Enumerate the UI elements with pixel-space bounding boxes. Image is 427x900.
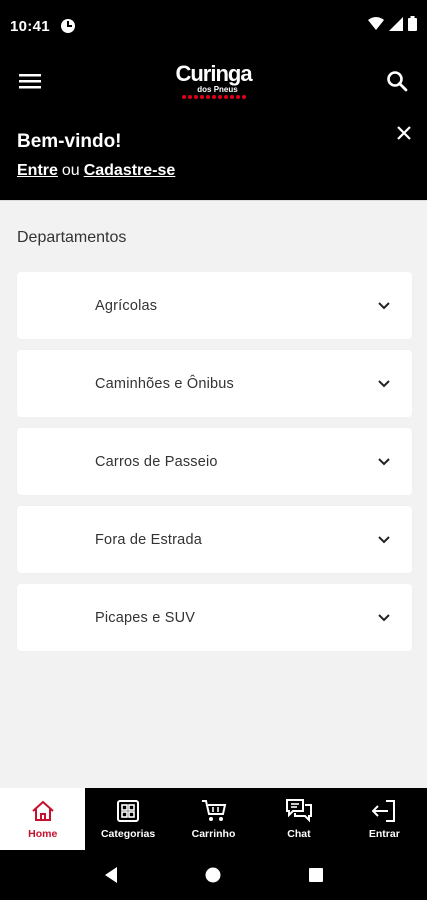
back-triangle-icon xyxy=(105,867,118,883)
chevron-down-icon xyxy=(376,298,392,314)
back-button[interactable] xyxy=(97,861,125,889)
wifi-icon xyxy=(368,16,384,36)
recents-button[interactable] xyxy=(302,861,330,889)
close-welcome-button[interactable] xyxy=(393,122,415,144)
search-icon xyxy=(387,71,408,92)
register-link[interactable]: Cadastre-se xyxy=(84,162,176,179)
home-icon xyxy=(30,798,56,824)
battery-icon xyxy=(408,16,417,36)
divider xyxy=(0,200,427,201)
search-button[interactable] xyxy=(383,67,411,95)
departments-list: Agrícolas Caminhões e Ônibus Carros de P… xyxy=(17,272,412,662)
chevron-down-icon xyxy=(376,532,392,548)
welcome-title: Bem-vindo! xyxy=(17,131,122,152)
nav-entrar[interactable]: Entrar xyxy=(342,788,427,850)
nav-carrinho[interactable]: Carrinho xyxy=(171,788,256,850)
department-item-agricolas[interactable]: Agrícolas xyxy=(17,272,412,339)
login-link[interactable]: Entre xyxy=(17,162,58,179)
close-icon xyxy=(397,126,411,140)
menu-button[interactable] xyxy=(16,67,44,95)
department-label: Caminhões e Ônibus xyxy=(95,375,235,392)
welcome-links: Entre ou Cadastre-se xyxy=(17,162,410,180)
departments-title: Departamentos xyxy=(17,229,127,246)
chevron-down-icon xyxy=(376,454,392,470)
home-circle-icon xyxy=(205,867,221,883)
app-notification-icon xyxy=(60,18,76,34)
categories-icon xyxy=(115,798,141,824)
welcome-banner: Bem-vindo! Entre ou Cadastre-se xyxy=(0,110,427,200)
cart-icon xyxy=(201,798,227,824)
logo-sub-text: dos Pneus xyxy=(197,85,238,94)
nav-label: Chat xyxy=(287,828,311,840)
nav-categorias[interactable]: Categorias xyxy=(85,788,170,850)
home-system-button[interactable] xyxy=(199,861,227,889)
department-label: Fora de Estrada xyxy=(95,531,202,548)
department-item-fora-estrada[interactable]: Fora de Estrada xyxy=(17,506,412,573)
logo-dots xyxy=(181,95,246,99)
department-label: Carros de Passeio xyxy=(95,453,218,470)
department-item-carros-passeio[interactable]: Carros de Passeio xyxy=(17,428,412,495)
department-label: Agrícolas xyxy=(95,297,158,314)
or-text: ou xyxy=(61,162,80,179)
department-item-picapes-suv[interactable]: Picapes e SUV xyxy=(17,584,412,651)
nav-label: Categorias xyxy=(100,828,156,840)
brand-logo[interactable]: Curinga dos Pneus xyxy=(175,61,253,99)
login-icon xyxy=(371,798,397,824)
recents-square-icon xyxy=(308,868,323,882)
hamburger-icon xyxy=(19,74,41,89)
chevron-down-icon xyxy=(376,376,392,392)
system-nav-bar xyxy=(0,850,427,900)
status-time: 10:41 xyxy=(10,17,50,35)
nav-chat[interactable]: Chat xyxy=(256,788,341,850)
nav-home[interactable]: Home xyxy=(0,788,86,850)
logo-main-text: Curinga xyxy=(175,61,252,86)
department-item-caminhoes-onibus[interactable]: Caminhões e Ônibus xyxy=(17,350,412,417)
department-label: Picapes e SUV xyxy=(95,609,196,626)
app-header: Curinga dos Pneus xyxy=(0,52,427,110)
bottom-nav: Home Categorias Carrinho Chat Entrar xyxy=(0,788,427,850)
nav-label: Home xyxy=(28,828,58,840)
chat-icon xyxy=(285,798,312,824)
nav-label: Entrar xyxy=(368,828,400,840)
nav-label: Carrinho xyxy=(191,828,236,840)
signal-icon xyxy=(389,16,403,36)
chevron-down-icon xyxy=(376,610,392,626)
status-bar: 10:41 xyxy=(0,0,427,52)
